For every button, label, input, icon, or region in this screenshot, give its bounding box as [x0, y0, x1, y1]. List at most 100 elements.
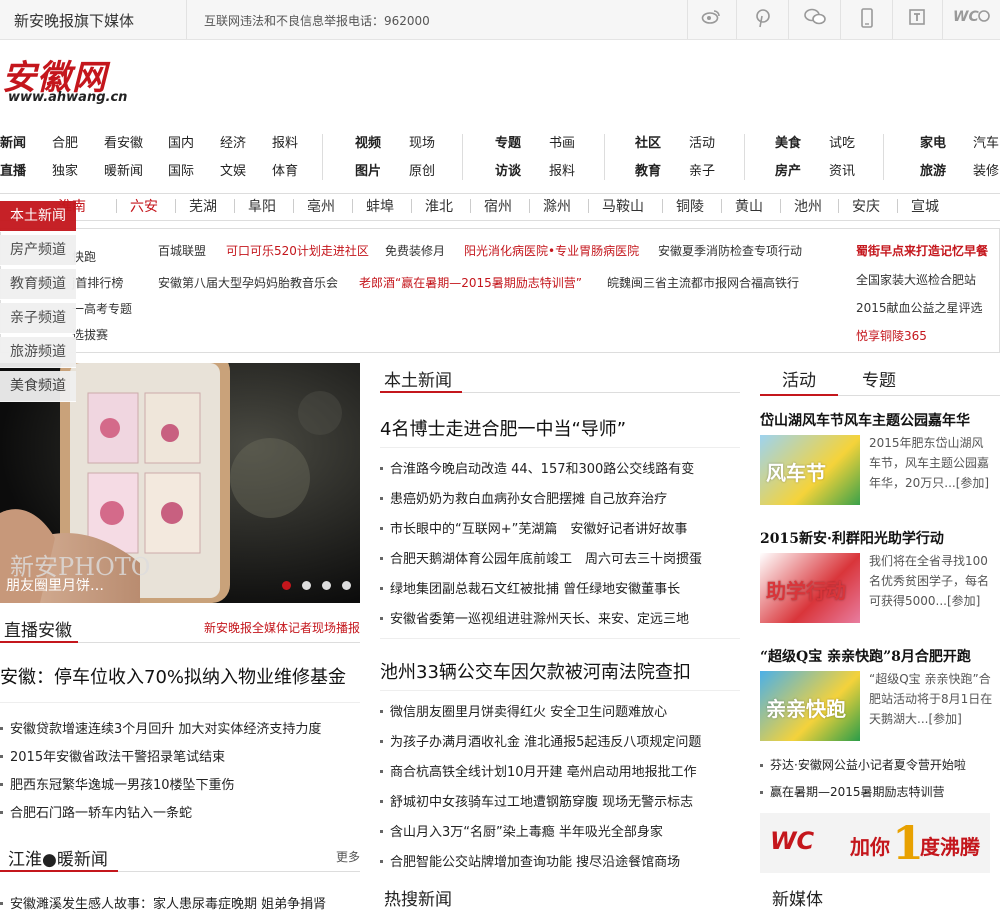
side-tab[interactable]: 亲子频道: [0, 303, 76, 334]
link-item[interactable]: 老郎酒“赢在暑期—2015暑期励志特训营”: [359, 274, 582, 291]
ahwang-icon[interactable]: WC: [952, 8, 994, 30]
bentu-headline-1[interactable]: 4名博士走进合肥一中当“导师”: [380, 415, 626, 441]
city-link[interactable]: 阜阳: [248, 196, 276, 216]
section-title-bentu[interactable]: 本土新闻: [384, 366, 452, 391]
link-item[interactable]: 选拔赛: [72, 326, 108, 343]
link-item[interactable]: 安徽第八届大型孕妈妈胎教音乐会: [158, 274, 338, 291]
link-item[interactable]: 一高考专题: [72, 300, 132, 317]
nav-item[interactable]: 新闻: [0, 132, 26, 151]
nav-item[interactable]: 现场: [409, 132, 435, 151]
news-item[interactable]: 2015年安徽省政法干警招录笔试结束: [10, 746, 225, 765]
nav-item[interactable]: 装修: [973, 160, 999, 179]
nav-item[interactable]: 社区: [635, 132, 661, 151]
nav-item[interactable]: 活动: [689, 132, 715, 151]
news-item[interactable]: 市长眼中的“互联网+”芜湖篇 安徽好记者讲好故事: [390, 518, 687, 537]
section-title-hot[interactable]: 热搜新闻: [384, 885, 452, 910]
news-item[interactable]: 芬达·安徽网公益小记者夏令营开始啦: [770, 756, 966, 773]
nav-item[interactable]: 看安徽: [104, 132, 143, 151]
nav-item[interactable]: 原创: [409, 160, 435, 179]
nav-item[interactable]: 访谈: [495, 160, 521, 179]
nav-item[interactable]: 合肥: [52, 132, 78, 151]
city-link[interactable]: 池州: [794, 196, 822, 216]
news-item[interactable]: 合淮路今晚启动改造 44、157和300路公交线路有变: [390, 458, 694, 477]
link-item[interactable]: 蜀街早点来打造记忆早餐: [856, 242, 988, 259]
bentu-headline-2[interactable]: 池州33辆公交车因欠款被河南法院查扣: [380, 658, 691, 684]
nav-item[interactable]: 报料: [272, 132, 298, 151]
nav-item[interactable]: 房产: [775, 160, 801, 179]
news-item[interactable]: 微信朋友圈里月饼卖得红火 安全卫生问题难放心: [390, 701, 667, 720]
news-item[interactable]: 合肥天鹅湖体育公园年底前竣工 周六可去三十岗掼蛋: [390, 548, 702, 567]
nav-item[interactable]: 暖新闻: [104, 160, 143, 179]
city-link[interactable]: 亳州: [307, 196, 335, 216]
nav-item[interactable]: 资讯: [829, 160, 855, 179]
nav-item[interactable]: 书画: [549, 132, 575, 151]
city-link[interactable]: 六安: [130, 196, 158, 216]
mobile-icon[interactable]: [856, 8, 878, 30]
city-link[interactable]: 芜湖: [189, 196, 217, 216]
side-tab[interactable]: 美食频道: [0, 371, 76, 402]
news-item[interactable]: 患癌奶奶为救白血病孙女合肥摆摊 自己放弃治疗: [390, 488, 667, 507]
side-tab[interactable]: 教育频道: [0, 269, 76, 300]
pinterest-icon[interactable]: [752, 8, 774, 30]
news-item[interactable]: 舒城初中女孩骑车过工地遭钢筋穿腹 现场无警示标志: [390, 791, 693, 810]
link-item[interactable]: 全国家装大巡检合肥站: [856, 271, 976, 288]
news-item[interactable]: 合肥石门路一轿车内钻入一条蛇: [10, 802, 192, 821]
city-link[interactable]: 黄山: [735, 196, 763, 216]
slider-dot[interactable]: [282, 581, 291, 590]
nav-item[interactable]: 报料: [549, 160, 575, 179]
slider-dot[interactable]: [342, 581, 351, 590]
link-item[interactable]: 2015献血公益之星评选: [856, 299, 983, 316]
link-item[interactable]: 皖魏闽三省主流都市报网合福高铁行: [607, 274, 799, 291]
nav-item[interactable]: 专题: [495, 132, 521, 151]
link-item[interactable]: 可口可乐520计划走进社区: [226, 242, 369, 259]
news-item[interactable]: 安徽贷款增速连续3个月回升 加大对实体经济支持力度: [10, 718, 321, 737]
side-tab[interactable]: 旅游频道: [0, 337, 76, 368]
section-title-newmedia[interactable]: 新媒体: [772, 885, 823, 910]
activity-title[interactable]: “超级Q宝 亲亲快跑”8月合肥开跑: [760, 646, 971, 666]
nav-item[interactable]: 试吃: [829, 132, 855, 151]
news-item[interactable]: 安徽濉溪发生感人故事：家人患尿毒症晚期 姐弟争捐肾: [10, 893, 326, 912]
nav-item[interactable]: 经济: [220, 132, 246, 151]
link-item[interactable]: 百城联盟: [158, 242, 206, 259]
tab-special[interactable]: 专题: [862, 366, 896, 391]
side-tab[interactable]: 本土新闻: [0, 201, 76, 232]
nav-item[interactable]: 教育: [635, 160, 661, 179]
slider-dot[interactable]: [322, 581, 331, 590]
news-item[interactable]: 安徽省委第一巡视组进驻滁州天长、来安、定远三地: [390, 608, 689, 627]
slider-dot[interactable]: [302, 581, 311, 590]
nav-item[interactable]: 美食: [775, 132, 801, 151]
side-tab[interactable]: 房产频道: [0, 235, 76, 266]
reader-icon[interactable]: [906, 8, 928, 30]
city-link[interactable]: 宣城: [911, 196, 939, 216]
ad-banner[interactable]: WC 加你 1 度沸腾: [760, 813, 990, 873]
nav-item[interactable]: 亲子: [689, 160, 715, 179]
tab-activity[interactable]: 活动: [782, 366, 816, 391]
nav-item[interactable]: 汽车: [973, 132, 999, 151]
join-link[interactable]: [参加]: [956, 476, 989, 490]
zhibo-more-link[interactable]: 新安晚报全媒体记者现场播报: [204, 619, 360, 636]
nav-item[interactable]: 体育: [272, 160, 298, 179]
section-title-jianghuai[interactable]: 江淮●暖新闻: [8, 845, 108, 870]
nav-item[interactable]: 旅游: [920, 160, 946, 179]
section-title-zhibo[interactable]: 直播安徽: [4, 616, 72, 641]
city-link[interactable]: 宿州: [484, 196, 512, 216]
nav-item[interactable]: 文娱: [220, 160, 246, 179]
zhibo-headline[interactable]: 安徽：停车位收入70%拟纳入物业维修基金: [0, 663, 346, 689]
link-item[interactable]: 安徽夏季消防检查专项行动: [658, 242, 802, 259]
news-item[interactable]: 绿地集团副总裁石文红被批捕 曾任绿地安徽董事长: [390, 578, 680, 597]
nav-item[interactable]: 独家: [52, 160, 78, 179]
wechat-icon[interactable]: [804, 8, 826, 30]
news-item[interactable]: 含山月入3万“名厨”染上毒瘾 半年吸光全部身家: [390, 821, 663, 840]
news-item[interactable]: 商合杭高铁全线计划10月开建 亳州启动用地报批工作: [390, 761, 697, 780]
photo-caption[interactable]: 朋友圈里月饼…: [6, 575, 104, 595]
weibo-icon[interactable]: [700, 8, 722, 30]
city-link[interactable]: 蚌埠: [366, 196, 394, 216]
nav-item[interactable]: 图片: [355, 160, 381, 179]
nav-item[interactable]: 直播: [0, 160, 26, 179]
nav-item[interactable]: 视频: [355, 132, 381, 151]
news-item[interactable]: 为孩子办满月酒收礼金 淮北通报5起违反八项规定问题: [390, 731, 701, 750]
link-item[interactable]: 阳光消化病医院•专业胃肠病医院: [464, 242, 639, 259]
join-link[interactable]: [参加]: [947, 594, 980, 608]
city-link[interactable]: 滁州: [543, 196, 571, 216]
city-link[interactable]: 安庆: [852, 196, 880, 216]
